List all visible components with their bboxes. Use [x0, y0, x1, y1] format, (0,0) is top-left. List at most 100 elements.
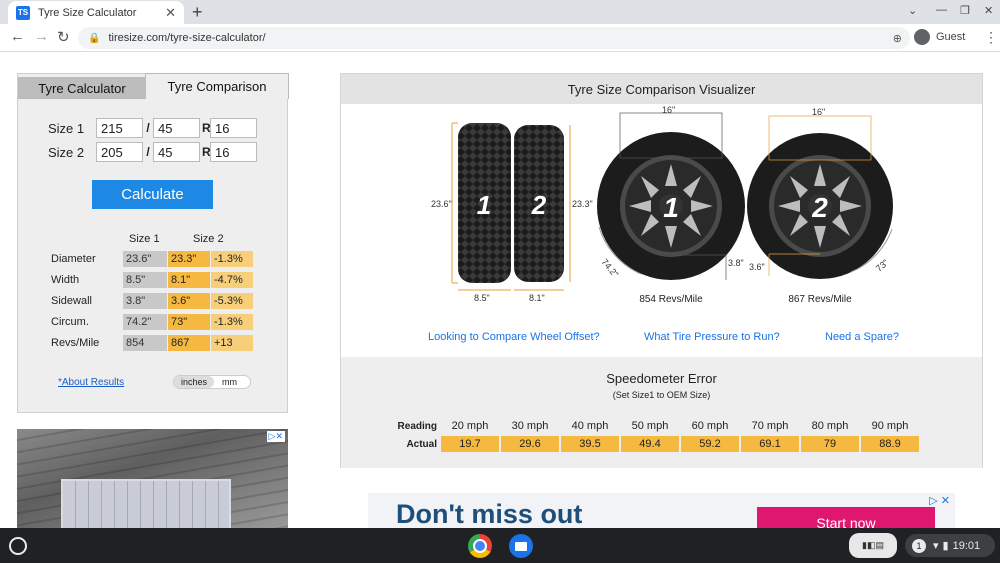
col-size2-header: Size 2	[193, 233, 224, 245]
clock: 19:01	[952, 539, 981, 552]
calculate-button[interactable]: Calculate	[92, 180, 213, 209]
browser-toolbar: ← → ↻ 🔒 tiresize.com/tyre-size-calculato…	[0, 24, 1000, 52]
slash-label: /	[146, 145, 150, 159]
size2-width-input[interactable]: 205	[96, 142, 143, 162]
wheel2-circum-label: 73"	[874, 257, 891, 273]
size1-ratio-input[interactable]: 45	[153, 118, 200, 138]
back-icon[interactable]: ←	[10, 28, 25, 45]
size2-rim-input[interactable]: 16	[210, 142, 257, 162]
result-row-width: Width 8.5" 8.1" -4.7%	[51, 272, 254, 288]
col-size1-header: Size 1	[129, 233, 160, 245]
restore-icon[interactable]: ❐	[960, 4, 970, 17]
size2-label: Size 2	[48, 144, 85, 160]
favicon-icon: TS	[16, 5, 30, 20]
chrome-icon[interactable]	[468, 534, 492, 558]
actual-row: Actual 19.7 29.6 39.5 49.4 59.2 69.1 79 …	[391, 436, 919, 452]
files-icon[interactable]	[509, 534, 533, 558]
size1-value: 23.6"	[123, 251, 167, 267]
size1-value: 8.5"	[123, 272, 167, 288]
close-window-icon[interactable]: ✕	[984, 4, 993, 17]
result-row-sidewall: Sidewall 3.8" 3.6" -5.3%	[51, 293, 254, 309]
reading-cell: 30 mph	[511, 420, 549, 432]
url-text[interactable]: tiresize.com/tyre-size-calculator/	[108, 32, 892, 44]
comparison-visualizer: Tyre Size Comparison Visualizer 1 2 23.6…	[340, 73, 983, 468]
about-results-link[interactable]: *About Results	[58, 377, 124, 388]
unit-mm[interactable]: mm	[214, 376, 245, 388]
minimize-icon[interactable]: —	[936, 4, 947, 16]
actual-cell: 29.6	[501, 436, 559, 452]
wheel2-sidewall-label: 3.6"	[749, 262, 765, 272]
holding-space-icon[interactable]: ▮◧▤	[849, 533, 897, 558]
wifi-icon: ▾	[933, 540, 939, 552]
size2-row: Size 2 205 / 45 R 16	[48, 142, 257, 162]
forward-icon[interactable]: →	[34, 28, 49, 45]
kebab-menu-icon[interactable]: ⋮	[984, 29, 998, 46]
reload-icon[interactable]: ↻	[57, 28, 70, 46]
size2-value: 867	[168, 335, 210, 351]
ad-solar-panel-image[interactable]: ▷✕	[17, 429, 288, 529]
tyre2-number: 2	[531, 190, 547, 220]
tab-search-icon[interactable]: ⌄	[908, 4, 917, 17]
size1-width-input[interactable]: 215	[96, 118, 143, 138]
row-label: Sidewall	[51, 295, 92, 307]
r-label: R	[202, 145, 211, 159]
ad-banner[interactable]: Don't miss out Start now ▷ ✕	[368, 493, 955, 529]
row-label: Diameter	[51, 253, 96, 265]
tire-pressure-link[interactable]: What Tire Pressure to Run?	[644, 331, 780, 343]
profile-button[interactable]: Guest	[914, 29, 965, 45]
size1-row: Size 1 215 / 45 R 16	[48, 118, 257, 138]
need-spare-link[interactable]: Need a Spare?	[825, 331, 899, 343]
calculator-tabs: Tyre Calculator Tyre Comparison	[18, 73, 289, 99]
tab-tyre-comparison[interactable]: Tyre Comparison	[145, 73, 289, 99]
tyre1-number: 1	[477, 190, 491, 220]
unit-toggle[interactable]: inches mm	[173, 375, 251, 389]
ad-choices-icon[interactable]: ▷✕	[266, 431, 285, 442]
unit-inches[interactable]: inches	[174, 376, 215, 388]
diff-value: -1.3%	[211, 251, 253, 267]
browser-tab[interactable]: TS Tyre Size Calculator ✕	[8, 1, 184, 24]
address-bar[interactable]: 🔒 tiresize.com/tyre-size-calculator/ ⊕	[78, 27, 910, 49]
speedometer-error-section: Speedometer Error (Set Size1 to OEM Size…	[341, 357, 982, 468]
size1-rim-input[interactable]: 16	[210, 118, 257, 138]
zoom-icon[interactable]: ⊕	[893, 32, 902, 45]
row-label: Width	[51, 274, 80, 286]
web-page: Tyre Calculator Tyre Comparison Size 1 2…	[0, 53, 1000, 529]
actual-cell: 39.5	[561, 436, 619, 452]
size2-value: 73"	[168, 314, 210, 330]
reading-cell: 60 mph	[691, 420, 729, 432]
reading-cell: 20 mph	[451, 420, 489, 432]
close-tab-icon[interactable]: ✕	[165, 5, 176, 21]
tyre1-diameter-label: 23.6"	[431, 199, 452, 209]
tyre2-width-label: 8.1"	[529, 293, 545, 303]
ad-cta-button[interactable]: Start now	[757, 507, 935, 529]
actual-cell: 49.4	[621, 436, 679, 452]
tyre1-width-label: 8.5"	[474, 293, 490, 303]
tab-tyre-calculator[interactable]: Tyre Calculator	[18, 77, 146, 99]
tyre2-diameter-label: 23.3"	[572, 199, 593, 209]
tab-strip: TS Tyre Size Calculator ✕ + ⌄ — ❐ ✕	[0, 0, 1000, 24]
profile-label: Guest	[936, 31, 966, 43]
slash-label: /	[146, 121, 150, 135]
reading-label: Reading	[397, 420, 437, 432]
ad-choices-icon[interactable]: ▷ ✕	[929, 494, 950, 507]
diff-value: -5.3%	[211, 293, 253, 309]
reading-cell: 40 mph	[571, 420, 609, 432]
size1-value: 854	[123, 335, 167, 351]
size1-value: 3.8"	[123, 293, 167, 309]
new-tab-icon[interactable]: +	[192, 2, 203, 23]
tyre-diagram: 1 2 23.6" 23.3" 8.5" 8.1" 1 16" 3.8" 74.…	[431, 105, 893, 305]
wheel1-circum-label: 74.2"	[599, 257, 620, 279]
notification-badge: 1	[912, 538, 926, 553]
lock-icon[interactable]: 🔒	[88, 33, 100, 44]
size2-ratio-input[interactable]: 45	[153, 142, 200, 162]
status-area[interactable]: 1 ▾ ▮ 19:01	[905, 534, 995, 557]
wheel2-rim-label: 16"	[812, 107, 825, 117]
size1-label: Size 1	[48, 120, 85, 136]
visualizer-title: Tyre Size Comparison Visualizer	[341, 74, 982, 104]
compare-offset-link[interactable]: Looking to Compare Wheel Offset?	[428, 331, 600, 343]
actual-cell: 59.2	[681, 436, 739, 452]
reading-cell: 50 mph	[631, 420, 669, 432]
actual-cell: 88.9	[861, 436, 919, 452]
launcher-icon[interactable]	[9, 537, 27, 555]
size2-value: 3.6"	[168, 293, 210, 309]
